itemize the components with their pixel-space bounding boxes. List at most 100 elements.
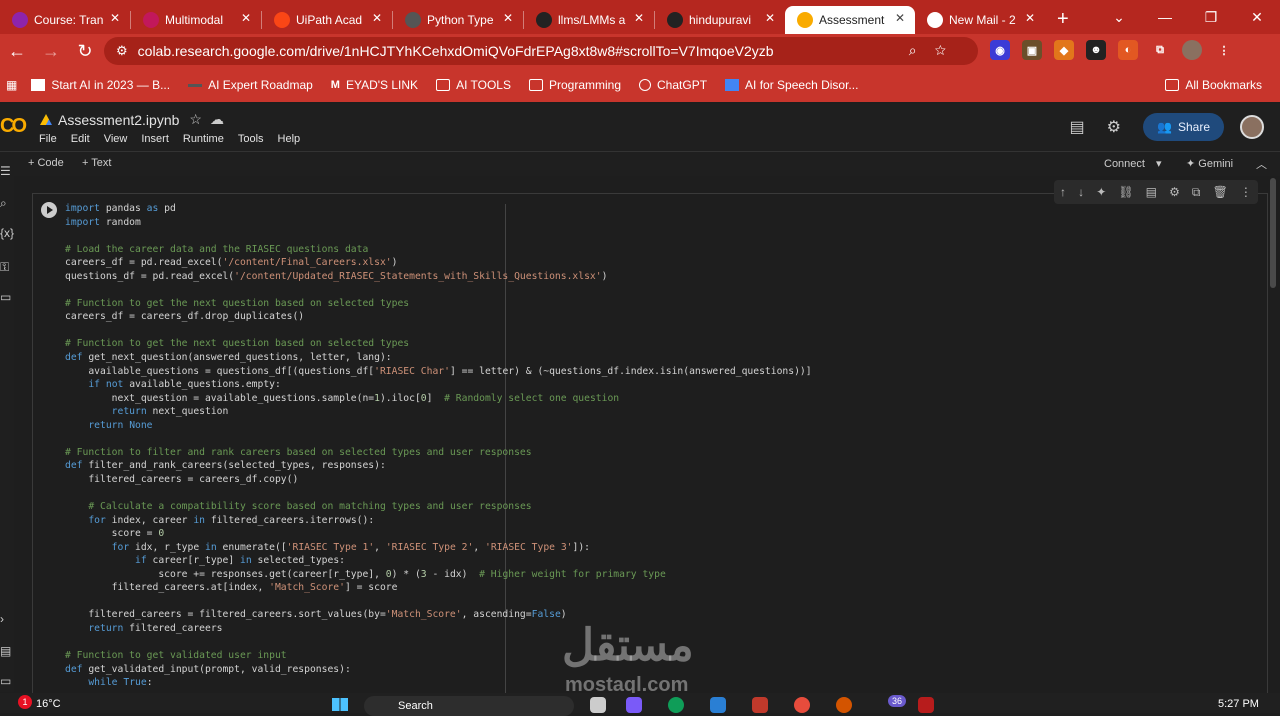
- apps-grid-icon[interactable]: ▦: [6, 78, 17, 92]
- menu-icon[interactable]: ☰: [0, 164, 11, 178]
- url-omnibox[interactable]: ⚙ colab.research.google.com/drive/1nHCJT…: [104, 37, 978, 65]
- forward-button[interactable]: →: [34, 41, 68, 62]
- gear-icon[interactable]: ⚙: [1169, 185, 1180, 199]
- connect-button[interactable]: Connect ▾: [1104, 157, 1162, 170]
- copilot-icon[interactable]: [626, 697, 642, 713]
- bookmark-chatgpt[interactable]: ChatGPT: [639, 78, 707, 92]
- windows-start-icon[interactable]: [332, 698, 348, 711]
- scrollbar[interactable]: [1270, 178, 1276, 288]
- code-line[interactable]: # Function to filter and rank careers ba…: [65, 446, 1245, 460]
- notebook-title[interactable]: Assessment2.ipynb: [58, 112, 179, 128]
- extension-wave-icon[interactable]: ◉: [990, 40, 1010, 60]
- code-line[interactable]: def filter_and_rank_careers(selected_typ…: [65, 459, 1245, 473]
- chevron-down-icon[interactable]: ⌄: [1096, 9, 1142, 26]
- secrets-icon[interactable]: ⚿: [0, 260, 9, 275]
- trash-icon[interactable]: 🗑: [1213, 185, 1228, 199]
- code-line[interactable]: # Function to get the next question base…: [65, 297, 1245, 311]
- close-tab-icon[interactable]: ✕: [372, 11, 382, 25]
- code-line[interactable]: next_question = available_questions.samp…: [65, 392, 1245, 406]
- close-tab-icon[interactable]: ✕: [110, 11, 120, 25]
- browser-tab[interactable]: Multimodal ✕: [131, 6, 261, 34]
- share-button[interactable]: 👥 Share: [1143, 113, 1224, 141]
- code-line[interactable]: available_questions = questions_df[(ques…: [65, 365, 1245, 379]
- close-tab-icon[interactable]: ✕: [1025, 11, 1035, 25]
- files-icon[interactable]: ▭: [0, 290, 11, 304]
- all-bookmarks[interactable]: All Bookmarks: [1165, 78, 1262, 92]
- browser-tab[interactable]: New Mail - 2 ✕: [915, 6, 1045, 34]
- edge-icon[interactable]: [668, 697, 684, 713]
- console-icon[interactable]: ▭: [0, 674, 11, 688]
- colab-logo[interactable]: CO: [0, 115, 27, 138]
- browser-tab[interactable]: Course: Tran ✕: [0, 6, 130, 34]
- code-line[interactable]: [65, 324, 1245, 338]
- minimize-button[interactable]: —: [1142, 9, 1188, 25]
- gear-icon[interactable]: ⚙: [1107, 117, 1121, 137]
- browser-tab[interactable]: UiPath Acad ✕: [262, 6, 392, 34]
- code-line[interactable]: questions_df = pd.read_excel('/content/U…: [65, 270, 1245, 284]
- bookmark-ai-speech[interactable]: AI for Speech Disor...: [725, 78, 858, 92]
- vscode-icon[interactable]: [710, 697, 726, 713]
- app-icon[interactable]: [752, 697, 768, 713]
- browser-tab[interactable]: hindupuravi ✕: [655, 6, 785, 34]
- extension-flame-icon[interactable]: ◐: [1118, 40, 1138, 60]
- close-tab-icon[interactable]: ✕: [634, 11, 644, 25]
- site-settings-icon[interactable]: ⚙: [116, 43, 128, 59]
- cloud-icon[interactable]: ☁: [210, 111, 224, 128]
- browser-menu-icon[interactable]: ⋮: [1214, 40, 1234, 60]
- code-line[interactable]: filtered_careers = careers_df.copy(): [65, 473, 1245, 487]
- comment-icon[interactable]: ▤: [1070, 117, 1085, 137]
- bookmark-eyad-link[interactable]: M EYAD'S LINK: [331, 78, 418, 92]
- profile-avatar[interactable]: [1182, 40, 1202, 60]
- bookmark-star-icon[interactable]: ☆: [935, 42, 964, 58]
- code-line[interactable]: if career[r_type] in selected_types:: [65, 554, 1245, 568]
- sparkle-icon[interactable]: ✦: [1096, 185, 1106, 199]
- browser-tab[interactable]: Python Type ✕: [393, 6, 523, 34]
- code-line[interactable]: score = 0: [65, 527, 1245, 541]
- taskbar-search[interactable]: Search: [364, 696, 574, 716]
- code-line[interactable]: [65, 283, 1245, 297]
- taskview-icon[interactable]: [590, 697, 606, 713]
- code-line[interactable]: return next_question: [65, 405, 1245, 419]
- bookmark-start-ai[interactable]: Start AI in 2023 — B...: [31, 78, 170, 92]
- add-code-button[interactable]: + Code: [28, 157, 64, 169]
- puzzle-extensions-icon[interactable]: ⧉: [1150, 40, 1170, 60]
- code-line[interactable]: careers_df = pd.read_excel('/content/Fin…: [65, 256, 1245, 270]
- close-tab-icon[interactable]: ✕: [503, 11, 513, 25]
- user-avatar[interactable]: [1240, 115, 1264, 139]
- code-line[interactable]: for index, career in filtered_careers.it…: [65, 514, 1245, 528]
- search-icon[interactable]: ⌕: [0, 196, 7, 211]
- bookmark-folder-ai-tools[interactable]: AI TOOLS: [436, 78, 511, 92]
- move-up-icon[interactable]: ↑: [1060, 185, 1066, 199]
- menu-view[interactable]: View: [104, 133, 128, 145]
- star-icon[interactable]: ☆: [189, 111, 202, 128]
- code-line[interactable]: [65, 229, 1245, 243]
- browser-tab[interactable]: llms/LMMs a ✕: [524, 6, 654, 34]
- terminal-icon[interactable]: ▤: [0, 644, 11, 658]
- code-line[interactable]: import random: [65, 216, 1245, 230]
- run-cell-button[interactable]: [41, 202, 57, 218]
- move-down-icon[interactable]: ↓: [1078, 185, 1084, 199]
- menu-tools[interactable]: Tools: [238, 133, 264, 145]
- add-text-button[interactable]: + Text: [82, 157, 111, 169]
- code-line[interactable]: score += responses.get(career[r_type], 0…: [65, 568, 1245, 582]
- code-line[interactable]: if not available_questions.empty:: [65, 378, 1245, 392]
- maximize-button[interactable]: ❐: [1188, 9, 1234, 26]
- reload-button[interactable]: ↻: [68, 41, 102, 62]
- code-editor[interactable]: import pandas as pd import random # Load …: [65, 202, 1245, 690]
- extension-box-icon[interactable]: ▣: [1022, 40, 1042, 60]
- extension-face-icon[interactable]: ☻: [1086, 40, 1106, 60]
- mirror-icon[interactable]: ⧉: [1192, 185, 1201, 200]
- close-tab-icon[interactable]: ✕: [895, 11, 905, 25]
- code-line[interactable]: [65, 486, 1245, 500]
- code-line[interactable]: # Load the career data and the RIASEC qu…: [65, 243, 1245, 257]
- bookmark-folder-programming[interactable]: Programming: [528, 78, 621, 92]
- code-line[interactable]: filtered_careers.at[index, 'Match_Score'…: [65, 581, 1245, 595]
- zoom-icon[interactable]: ⌕: [909, 42, 935, 58]
- more-icon[interactable]: ⋮: [1240, 185, 1252, 199]
- code-line[interactable]: [65, 432, 1245, 446]
- code-line[interactable]: # Calculate a compatibility score based …: [65, 500, 1245, 514]
- weather-widget[interactable]: 16°C: [36, 698, 61, 710]
- browser-tab[interactable]: Assessment ✕: [785, 6, 915, 34]
- back-button[interactable]: ←: [0, 41, 34, 62]
- code-line[interactable]: import pandas as pd: [65, 202, 1245, 216]
